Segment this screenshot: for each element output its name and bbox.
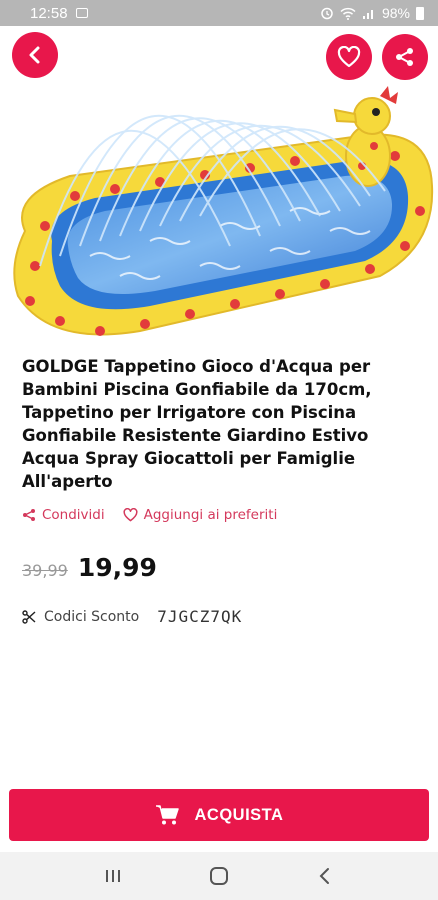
share-icon bbox=[396, 48, 413, 66]
battery-percent: 98% bbox=[381, 5, 410, 21]
coupon-code[interactable]: 7JGCZ7QK bbox=[157, 607, 242, 626]
buy-label: ACQUISTA bbox=[194, 805, 284, 824]
coupon-label: Codici Sconto bbox=[44, 608, 140, 625]
favorites-label: Aggiungi ai preferiti bbox=[143, 507, 278, 523]
back-button[interactable] bbox=[12, 32, 58, 78]
favorite-button[interactable] bbox=[326, 34, 372, 80]
heart-icon bbox=[337, 46, 361, 68]
old-price: 39,99 bbox=[22, 561, 68, 580]
recent-apps-icon bbox=[106, 870, 120, 882]
share-icon bbox=[23, 509, 35, 521]
recent-apps-button[interactable] bbox=[93, 856, 133, 896]
alarm-icon bbox=[321, 7, 333, 20]
price-row: 39,99 19,99 bbox=[22, 553, 157, 582]
system-nav-bar bbox=[0, 852, 438, 900]
product-actions: Condividi Aggiungi ai preferiti bbox=[22, 507, 277, 523]
status-time: 12:58 bbox=[30, 4, 68, 22]
share-label: Condividi bbox=[42, 507, 105, 523]
buy-button[interactable]: ACQUISTA bbox=[9, 789, 429, 841]
home-button[interactable] bbox=[199, 856, 239, 896]
share-link[interactable]: Condividi bbox=[22, 507, 105, 523]
home-icon bbox=[210, 867, 228, 885]
wifi-icon bbox=[340, 7, 356, 20]
back-arrow-icon bbox=[29, 46, 40, 64]
current-price: 19,99 bbox=[77, 553, 157, 582]
share-button[interactable] bbox=[382, 34, 428, 80]
signal-icon bbox=[362, 9, 373, 19]
add-favorites-link[interactable]: Aggiungi ai preferiti bbox=[123, 507, 278, 523]
product-title: GOLDGE Tappetino Gioco d'Acqua per Bambi… bbox=[22, 357, 372, 491]
gallery-notification-icon bbox=[75, 8, 88, 18]
battery-icon bbox=[416, 6, 424, 20]
nav-back-icon bbox=[319, 868, 329, 884]
system-back-button[interactable] bbox=[305, 856, 345, 896]
heart-outline-icon bbox=[123, 508, 138, 522]
status-bar: 12:58 98% bbox=[0, 0, 438, 26]
product-image bbox=[0, 26, 438, 346]
coupon-row: Codici Sconto 7JGCZ7QK bbox=[22, 607, 242, 626]
scissors-icon bbox=[22, 609, 36, 624]
cart-icon bbox=[155, 805, 179, 825]
